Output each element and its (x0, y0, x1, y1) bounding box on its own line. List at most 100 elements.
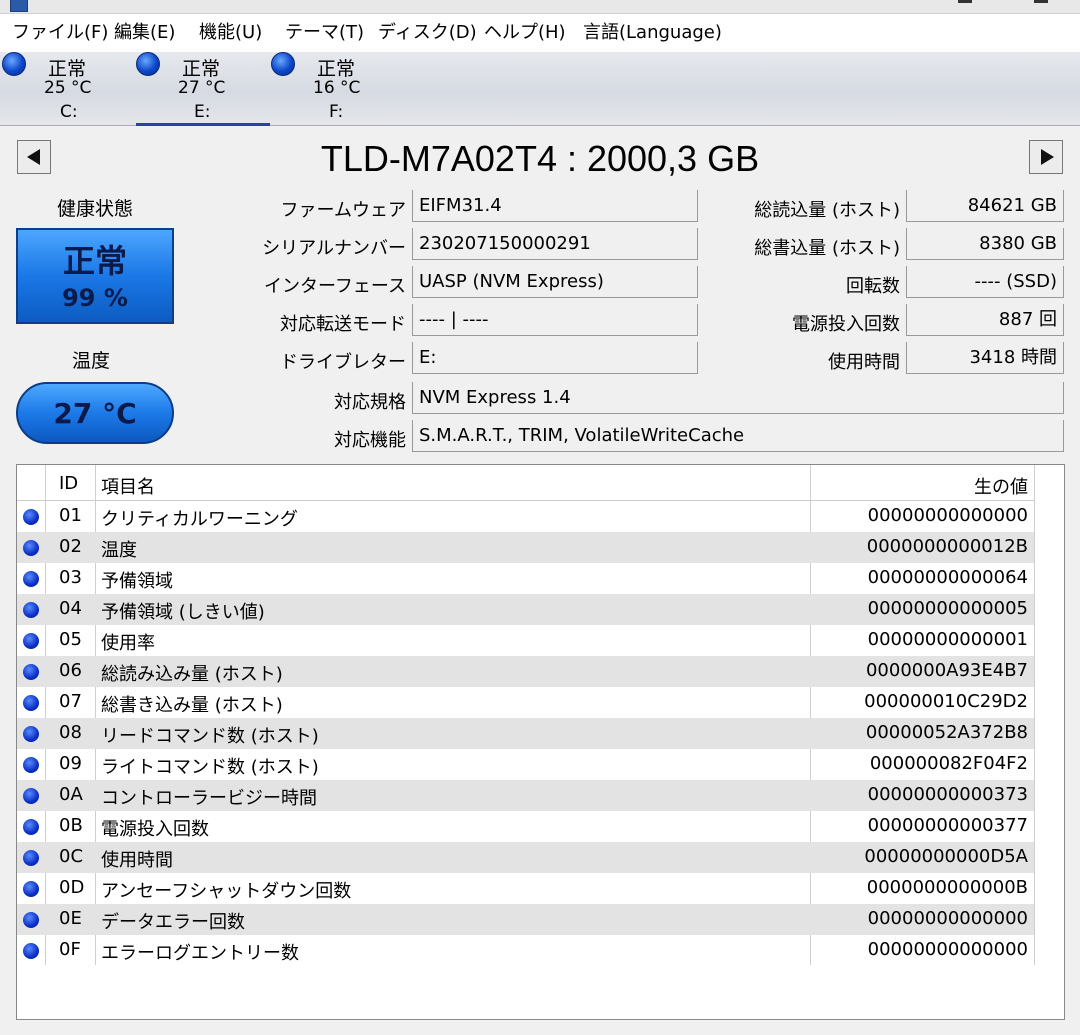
firmware-label: ファームウェア (280, 200, 406, 221)
disk-letter: E: (194, 102, 211, 122)
attribute-name: 電源投入回数 (101, 819, 209, 840)
table-row[interactable]: 0A コントローラービジー時間 00000000000373 (17, 780, 1034, 811)
attribute-raw-value: 00000052A372B8 (865, 722, 1028, 743)
disk-button-e[interactable]: 正常 27 °C E: (136, 52, 270, 126)
previous-disk-button[interactable] (17, 140, 51, 174)
attribute-raw-value: 00000000000000 (867, 939, 1028, 960)
attribute-name: 温度 (101, 540, 137, 561)
attribute-id: 0F (59, 939, 81, 960)
status-dot-icon (23, 757, 39, 773)
table-row[interactable]: 02 温度 0000000000012B (17, 532, 1034, 563)
status-dot-icon (271, 52, 295, 76)
status-dot-icon (23, 540, 39, 556)
rotation-label: 回転数 (846, 276, 900, 297)
attribute-id: 0D (59, 877, 85, 898)
attribute-name: クリティカルワーニング (101, 509, 298, 530)
attribute-name: リードコマンド数 (ホスト) (101, 726, 319, 747)
smart-table[interactable]: ID 項目名 生の値 01 クリティカルワーニング 00000000000000 02… (16, 464, 1065, 1020)
table-row[interactable]: 0C 使用時間 00000000000D5A (17, 842, 1034, 873)
attribute-id: 08 (59, 722, 82, 743)
attribute-name: 総書き込み量 (ホスト) (101, 695, 283, 716)
minimize-icon[interactable] (958, 0, 972, 3)
attribute-id: 0A (59, 784, 83, 805)
serial-value: 230207150000291 (412, 228, 698, 260)
title-bar (0, 0, 1080, 14)
close-icon[interactable] (1034, 0, 1048, 3)
attribute-name: 使用率 (101, 633, 155, 654)
attribute-id: 05 (59, 629, 82, 650)
status-dot-icon (23, 912, 39, 928)
attribute-name: エラーログエントリー数 (101, 943, 299, 964)
features-label: 対応機能 (334, 430, 406, 451)
attribute-raw-value: 00000000000377 (867, 815, 1028, 836)
features-value: S.M.A.R.T., TRIM, VolatileWriteCache (412, 420, 1064, 452)
disk-temp: 16 °C (313, 78, 361, 98)
disk-button-f[interactable]: 正常 16 °C F: (271, 52, 405, 126)
table-row[interactable]: 04 予備領域 (しきい値) 00000000000005 (17, 594, 1034, 625)
standard-label: 対応規格 (334, 392, 406, 413)
attribute-raw-value: 0000000000012B (866, 536, 1028, 557)
disk-status: 正常 (182, 58, 221, 80)
attribute-raw-value: 00000000000001 (867, 629, 1028, 650)
table-row[interactable]: 08 リードコマンド数 (ホスト) 00000052A372B8 (17, 718, 1034, 749)
disk-button-c[interactable]: 正常 25 °C C: (2, 52, 136, 126)
transfer-mode-value: ---- | ---- (412, 304, 698, 336)
menu-edit[interactable]: 編集(E) (114, 22, 175, 44)
power-hours-value: 3418 時間 (906, 342, 1064, 374)
attribute-name: 予備領域 (しきい値) (101, 602, 265, 623)
disk-status: 正常 (48, 58, 87, 80)
column-header-id[interactable]: ID (59, 473, 78, 494)
column-header-name[interactable]: 項目名 (101, 473, 155, 499)
health-status-button[interactable]: 正常 99 % (16, 228, 174, 324)
table-row[interactable]: 06 総読み込み量 (ホスト) 0000000A93E4B7 (17, 656, 1034, 687)
table-row[interactable]: 01 クリティカルワーニング 00000000000000 (17, 501, 1034, 532)
disk-selector-bar: 正常 25 °C C: 正常 27 °C E: 正常 16 °C F: (0, 52, 1080, 126)
table-row[interactable]: 0E データエラー回数 00000000000000 (17, 904, 1034, 935)
next-disk-button[interactable] (1029, 140, 1063, 174)
firmware-value: EIFM31.4 (412, 190, 698, 222)
table-row[interactable]: 0B 電源投入回数 00000000000377 (17, 811, 1034, 842)
menu-function[interactable]: 機能(U) (199, 22, 262, 44)
status-dot-icon (23, 602, 39, 618)
attribute-raw-value: 00000000000000 (867, 908, 1028, 929)
menu-language[interactable]: 言語(Language) (583, 22, 722, 44)
arrow-right-icon (1041, 149, 1054, 165)
serial-label: シリアルナンバー (262, 238, 406, 259)
menu-disk[interactable]: ディスク(D) (378, 22, 477, 44)
table-row[interactable]: 03 予備領域 00000000000064 (17, 563, 1034, 594)
attribute-id: 0B (59, 815, 83, 836)
attribute-name: 予備領域 (101, 571, 173, 592)
attribute-id: 04 (59, 598, 82, 619)
disk-letter: C: (60, 102, 78, 122)
table-row[interactable]: 07 総書き込み量 (ホスト) 000000010C29D2 (17, 687, 1034, 718)
attribute-name: 総読み込み量 (ホスト) (101, 664, 283, 685)
health-percent: 99 % (62, 284, 128, 312)
arrow-left-icon (27, 149, 40, 165)
table-row[interactable]: 09 ライトコマンド数 (ホスト) 000000082F04F2 (17, 749, 1034, 780)
menu-help[interactable]: ヘルプ(H) (484, 22, 566, 44)
attribute-name: アンセーフシャットダウン回数 (101, 881, 352, 902)
table-row[interactable]: 05 使用率 00000000000001 (17, 625, 1034, 656)
menu-file[interactable]: ファイル(F) (12, 22, 108, 44)
table-row[interactable]: 0D アンセーフシャットダウン回数 0000000000000B (17, 873, 1034, 904)
temperature-value[interactable]: 27 °C (16, 382, 174, 444)
attribute-name: ライトコマンド数 (ホスト) (101, 757, 319, 778)
status-dot-icon (23, 664, 39, 680)
status-dot-icon (23, 819, 39, 835)
menu-theme[interactable]: テーマ(T) (285, 22, 364, 44)
attribute-raw-value: 0000000A93E4B7 (865, 660, 1028, 681)
column-header-raw[interactable]: 生の値 (974, 473, 1028, 499)
status-dot-icon (23, 881, 39, 897)
attribute-raw-value: 00000000000000 (867, 505, 1028, 526)
model-title: TLD-M7A02T4 : 2000,3 GB (320, 138, 760, 179)
attribute-id: 06 (59, 660, 82, 681)
disk-temp: 27 °C (178, 78, 226, 98)
menu-bar: ファイル(F) 編集(E) 機能(U) テーマ(T) ディスク(D) ヘルプ(H… (0, 14, 1080, 52)
status-dot-icon (23, 695, 39, 711)
attribute-id: 09 (59, 753, 82, 774)
attribute-id: 02 (59, 536, 82, 557)
status-dot-icon (23, 726, 39, 742)
attribute-name: 使用時間 (101, 850, 173, 871)
status-dot-icon (23, 850, 39, 866)
table-row[interactable]: 0F エラーログエントリー数 00000000000000 (17, 935, 1034, 966)
